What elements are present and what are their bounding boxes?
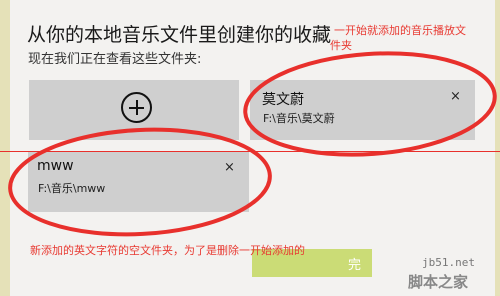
- watermark-brand: 脚本之家: [408, 273, 469, 291]
- annotation-ellipse-top: [243, 51, 497, 157]
- annotation-ellipse-bottom: [8, 127, 272, 237]
- watermark-site: jb51.net: [422, 256, 475, 269]
- annotation-ellipses: [8, 51, 497, 237]
